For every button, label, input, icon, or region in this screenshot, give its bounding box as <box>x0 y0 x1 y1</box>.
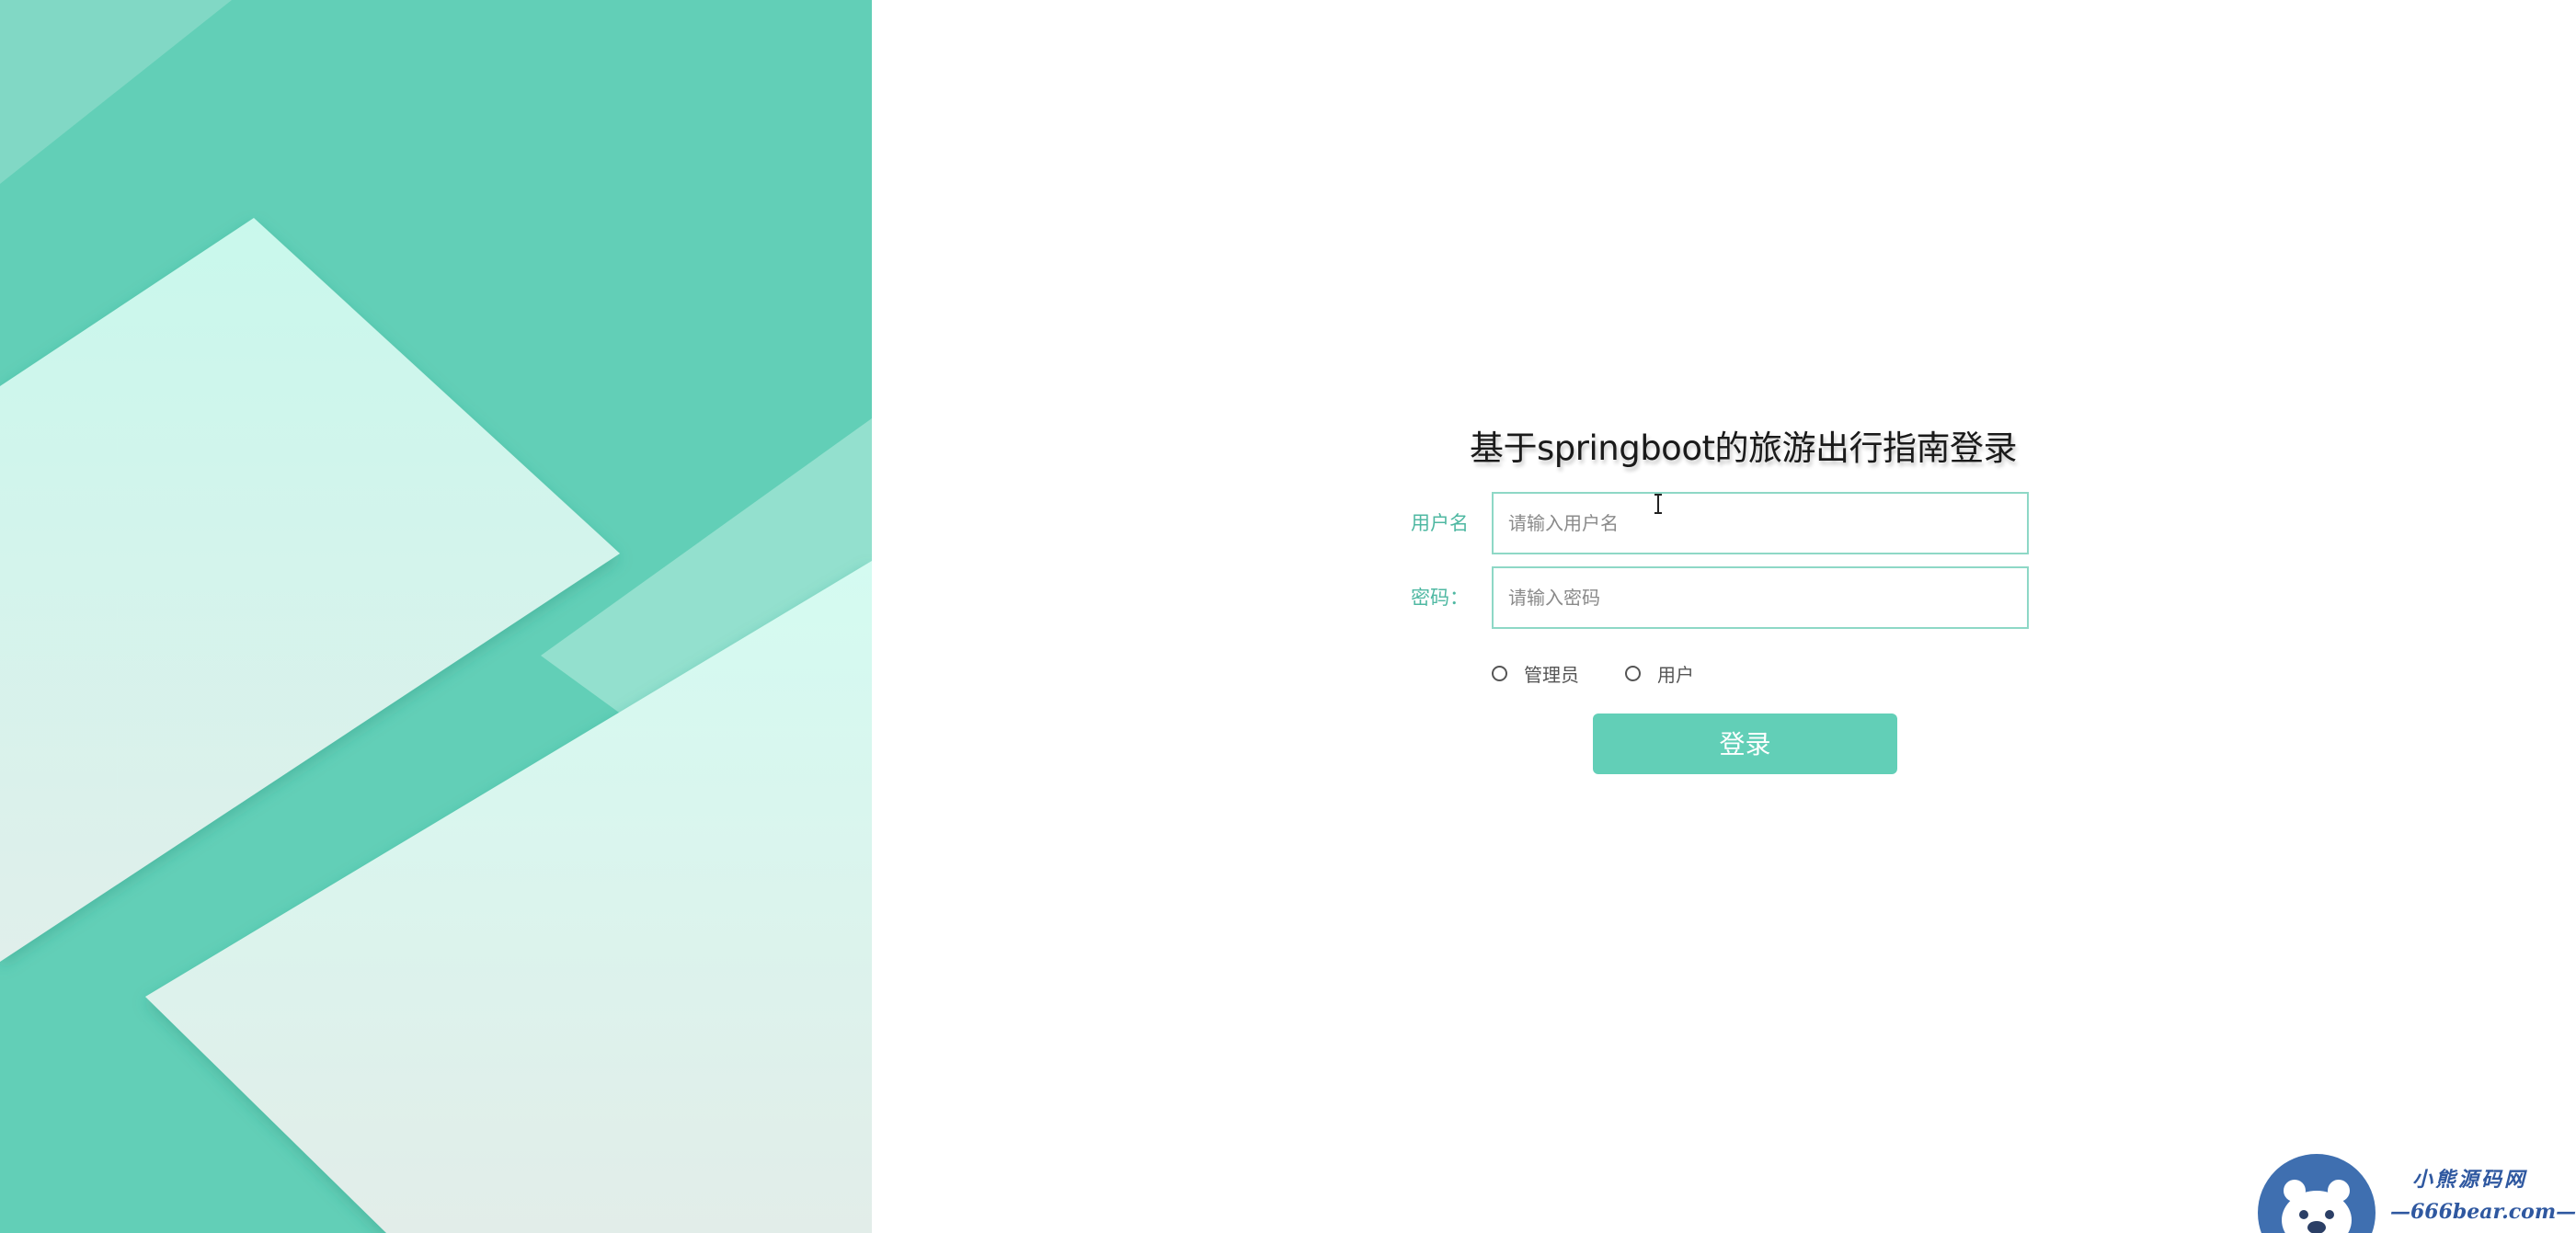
username-label: 用户名 <box>1411 512 1469 534</box>
radio-user[interactable] <box>1625 665 1641 681</box>
watermark: 小熊源码网 —666bear.com— <box>2258 1154 2576 1233</box>
decorative-background-panel <box>0 0 872 1233</box>
role-label-user: 用户 <box>1657 663 1694 686</box>
login-page: 基于springboot的旅游出行指南登录 用户名 密码： 管理员 用户 登录 <box>0 0 2576 1233</box>
watermark-title: 小熊源码网 <box>2412 1168 2528 1192</box>
geometric-shapes-illustration <box>0 0 872 1233</box>
role-option-admin[interactable]: 管理员 <box>1492 656 1579 690</box>
top-strip-shape <box>0 0 232 184</box>
ibeam-cursor-icon <box>1654 494 1662 514</box>
role-option-user[interactable]: 用户 <box>1625 656 1694 690</box>
radio-admin[interactable] <box>1492 665 1507 681</box>
password-label: 密码： <box>1411 587 1469 609</box>
role-label-admin: 管理员 <box>1524 663 1579 686</box>
page-title: 基于springboot的旅游出行指南登录 <box>1470 428 2017 468</box>
bear-logo-icon <box>2258 1154 2376 1233</box>
watermark-url: —666bear.com— <box>2390 1200 2576 1224</box>
login-button[interactable]: 登录 <box>1593 714 1897 774</box>
password-input[interactable] <box>1492 566 2029 629</box>
username-input[interactable] <box>1492 492 2029 554</box>
